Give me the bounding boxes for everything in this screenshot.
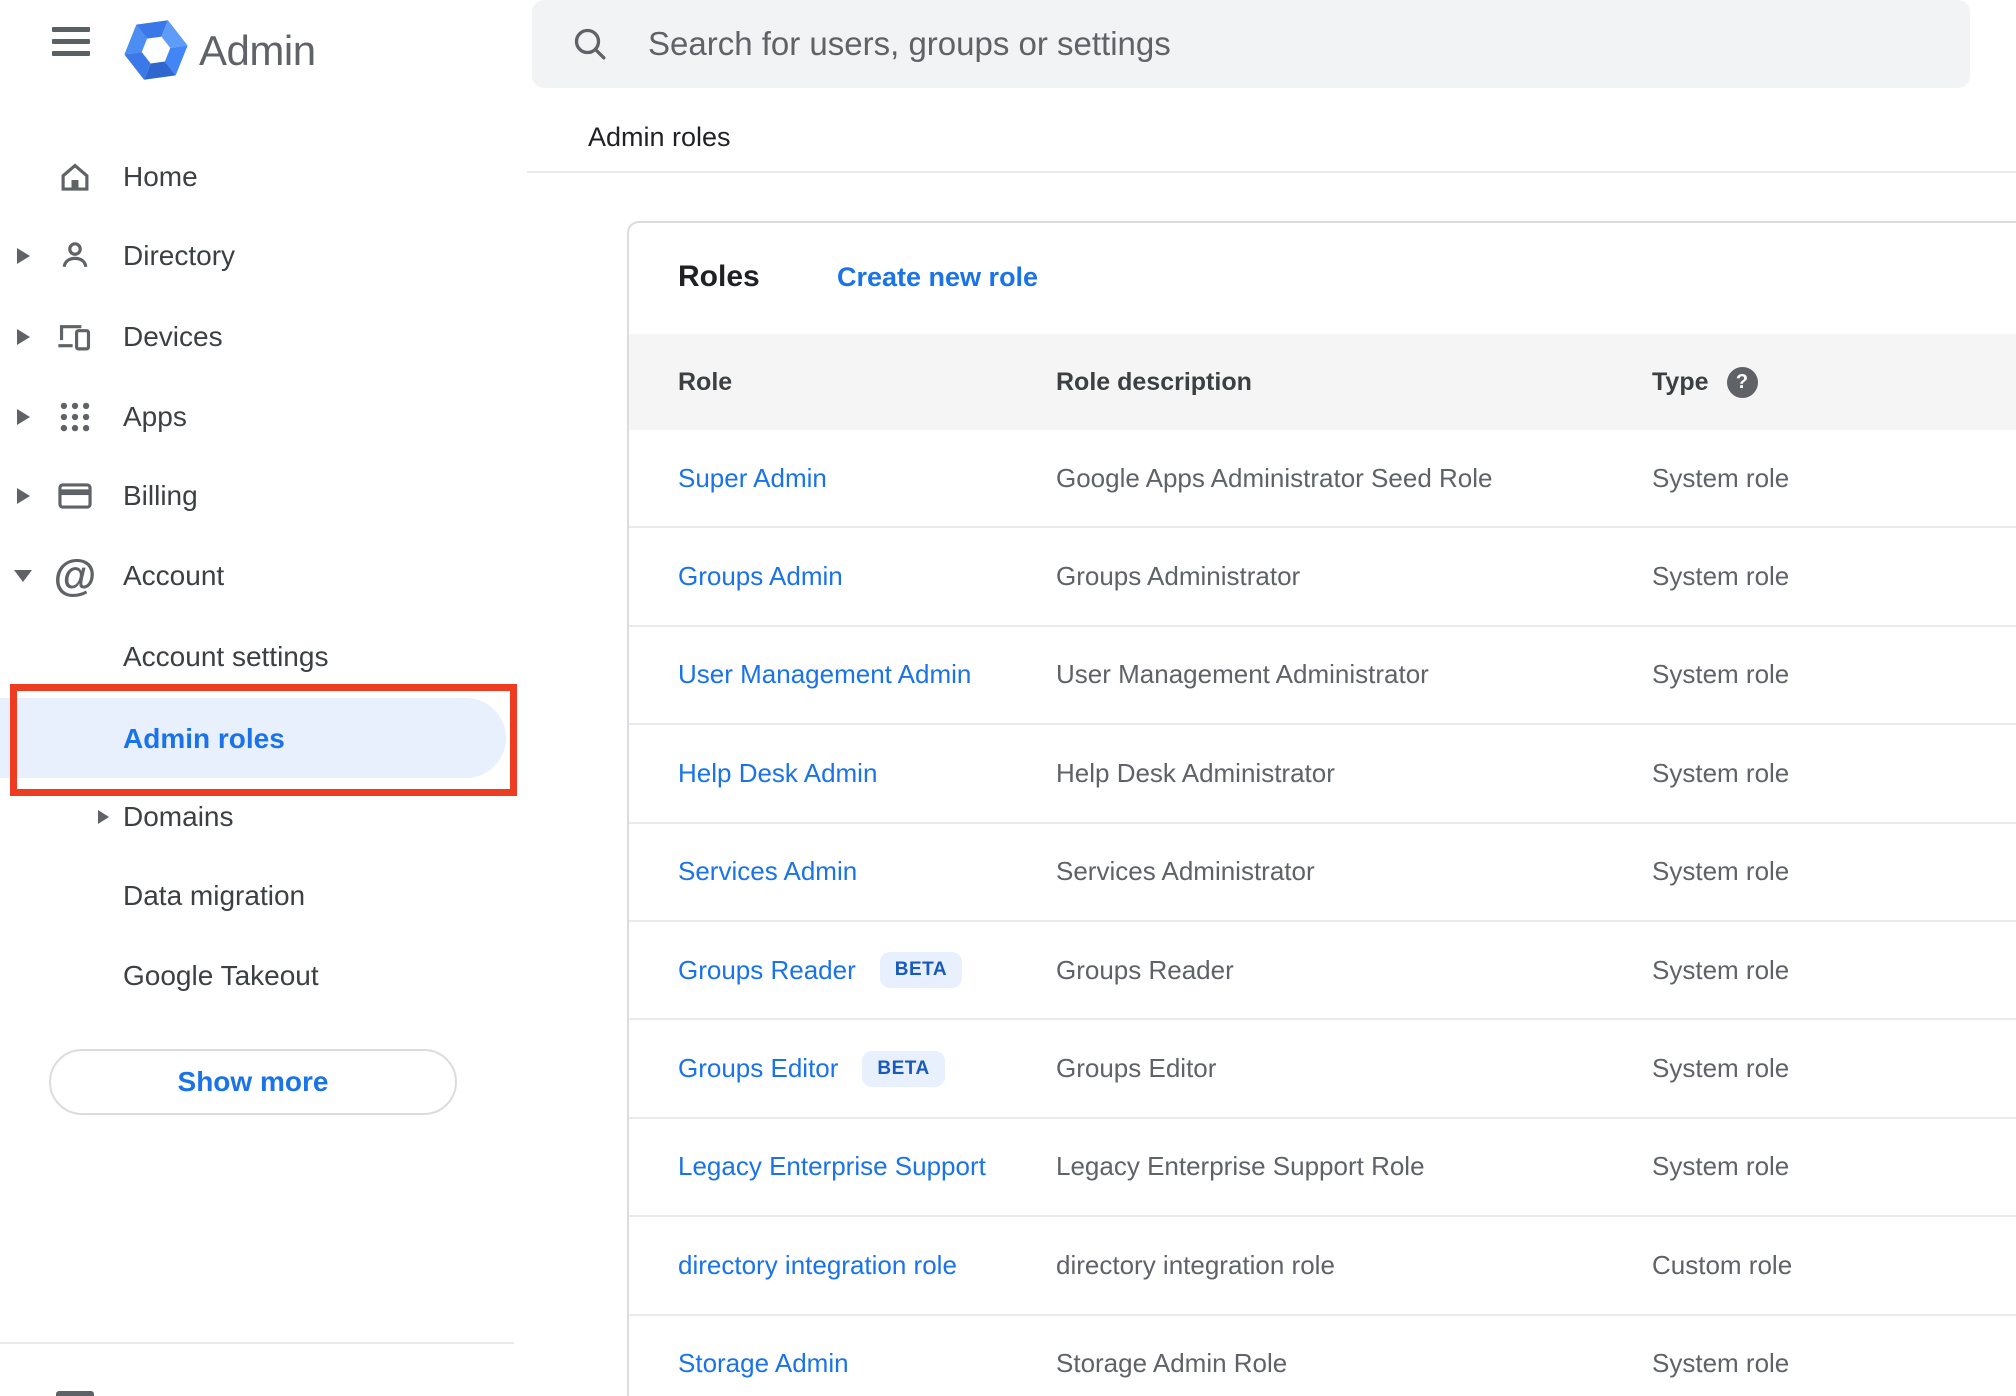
sidebar-item-label: Account settings	[123, 641, 329, 672]
person-icon	[55, 236, 95, 276]
role-type: System role	[1652, 1151, 1790, 1182]
sidebar-item-label: Apps	[123, 401, 187, 432]
role-link[interactable]: Help Desk Admin	[678, 758, 877, 789]
help-icon[interactable]: ?	[1726, 366, 1758, 398]
table-row: Groups Admin Groups Administrator System…	[629, 528, 2016, 627]
beta-badge: BETA	[879, 952, 963, 989]
roles-table: Super Admin Google Apps Administrator Se…	[629, 430, 2016, 1396]
sidebar-item-directory[interactable]: Directory	[0, 216, 514, 296]
table-row: Legacy Enterprise Support Legacy Enterpr…	[629, 1119, 2016, 1218]
role-description: Groups Reader	[1056, 954, 1234, 985]
home-icon	[55, 157, 95, 197]
role-description: Legacy Enterprise Support Role	[1056, 1151, 1425, 1182]
header-divider	[527, 171, 2016, 173]
role-description: User Management Administrator	[1056, 659, 1429, 690]
sidebar-item-home[interactable]: Home	[0, 137, 514, 217]
role-type: System role	[1652, 1053, 1790, 1084]
show-more-button[interactable]: Show more	[49, 1049, 457, 1115]
partial-sidebar-icon	[56, 1391, 94, 1396]
role-link[interactable]: directory integration role	[678, 1250, 957, 1281]
role-description: Storage Admin Role	[1056, 1348, 1288, 1379]
role-type: System role	[1652, 462, 1790, 493]
admin-logo-icon	[124, 16, 188, 84]
table-row: directory integration role directory int…	[629, 1217, 2016, 1316]
column-header-role: Role	[678, 367, 733, 396]
role-link[interactable]: Groups Editor	[678, 1053, 838, 1084]
role-link[interactable]: User Management Admin	[678, 659, 971, 690]
table-row: Groups Reader BETA Groups Reader System …	[629, 922, 2016, 1021]
role-description: Help Desk Administrator	[1056, 757, 1335, 788]
role-link[interactable]: Legacy Enterprise Support	[678, 1151, 986, 1182]
chevron-right-icon[interactable]	[17, 329, 30, 345]
chevron-right-icon[interactable]	[98, 810, 109, 824]
chevron-right-icon[interactable]	[17, 248, 30, 264]
role-description: Services Administrator	[1056, 856, 1315, 887]
sidebar-item-domains[interactable]: Domains	[0, 777, 514, 857]
brand-title: Admin	[199, 27, 316, 74]
role-description: Groups Editor	[1056, 1053, 1217, 1084]
role-description: directory integration role	[1056, 1249, 1335, 1280]
sidebar-item-google-takeout[interactable]: Google Takeout	[0, 936, 514, 1016]
sidebar-item-label: Domains	[123, 801, 234, 832]
chevron-down-icon[interactable]	[14, 570, 32, 582]
role-link[interactable]: Services Admin	[678, 856, 857, 887]
role-description: Google Apps Administrator Seed Role	[1056, 462, 1493, 493]
apps-grid-icon	[55, 397, 95, 437]
sidebar-item-label: Google Takeout	[123, 960, 319, 991]
sidebar-item-devices[interactable]: Devices	[0, 297, 514, 377]
sidebar-item-label: Account	[123, 560, 225, 591]
at-sign-icon: @	[53, 551, 97, 600]
sidebar-item-label: Billing	[123, 480, 198, 511]
role-link[interactable]: Groups Reader	[678, 955, 856, 986]
admin-console-screen: Admin Home Directory Devices Apps Billin…	[0, 0, 2016, 1396]
role-link[interactable]: Groups Admin	[678, 561, 843, 592]
table-row: User Management Admin User Management Ad…	[629, 627, 2016, 726]
sidebar-item-account[interactable]: @ Account	[0, 536, 514, 616]
table-row: Groups Editor BETA Groups Editor System …	[629, 1020, 2016, 1119]
breadcrumb: Admin roles	[588, 122, 731, 152]
sidebar-item-billing[interactable]: Billing	[0, 456, 514, 536]
table-row: Services Admin Services Administrator Sy…	[629, 824, 2016, 922]
table-row: Help Desk Admin Help Desk Administrator …	[629, 725, 2016, 824]
chevron-right-icon[interactable]	[17, 488, 30, 504]
devices-icon	[55, 317, 95, 357]
role-description: Groups Administrator	[1056, 561, 1301, 592]
role-type: System role	[1652, 561, 1790, 592]
role-type: System role	[1652, 954, 1790, 985]
sidebar-divider	[0, 1342, 514, 1344]
role-type: System role	[1652, 856, 1790, 887]
menu-hamburger-icon[interactable]	[52, 27, 90, 56]
table-header: Role Role description Type ?	[629, 334, 2016, 430]
sidebar-item-label: Directory	[123, 240, 236, 271]
role-type: System role	[1652, 757, 1790, 788]
column-header-description: Role description	[1056, 367, 1252, 396]
chevron-right-icon[interactable]	[17, 409, 30, 425]
role-type: Custom role	[1652, 1249, 1793, 1280]
sidebar-item-data-migration[interactable]: Data migration	[0, 856, 514, 936]
role-link[interactable]: Storage Admin	[678, 1348, 849, 1379]
search-input[interactable]: Search for users, groups or settings	[648, 0, 1171, 88]
sidebar-item-apps[interactable]: Apps	[0, 377, 514, 457]
table-row: Super Admin Google Apps Administrator Se…	[629, 430, 2016, 529]
create-new-role-link[interactable]: Create new role	[837, 221, 1038, 333]
sidebar-item-label: Data migration	[123, 880, 306, 911]
sidebar-item-label: Home	[123, 161, 198, 192]
column-header-type: Type ?	[1652, 334, 1758, 430]
sidebar-item-label: Devices	[123, 321, 223, 352]
search-icon[interactable]	[570, 24, 610, 64]
role-type: System role	[1652, 1348, 1790, 1379]
role-link[interactable]: Super Admin	[678, 463, 827, 494]
role-type: System role	[1652, 659, 1790, 690]
credit-card-icon	[55, 476, 95, 516]
table-row: Storage Admin Storage Admin Role System …	[629, 1316, 2016, 1396]
card-title: Roles	[678, 260, 760, 293]
beta-badge: BETA	[862, 1050, 945, 1087]
